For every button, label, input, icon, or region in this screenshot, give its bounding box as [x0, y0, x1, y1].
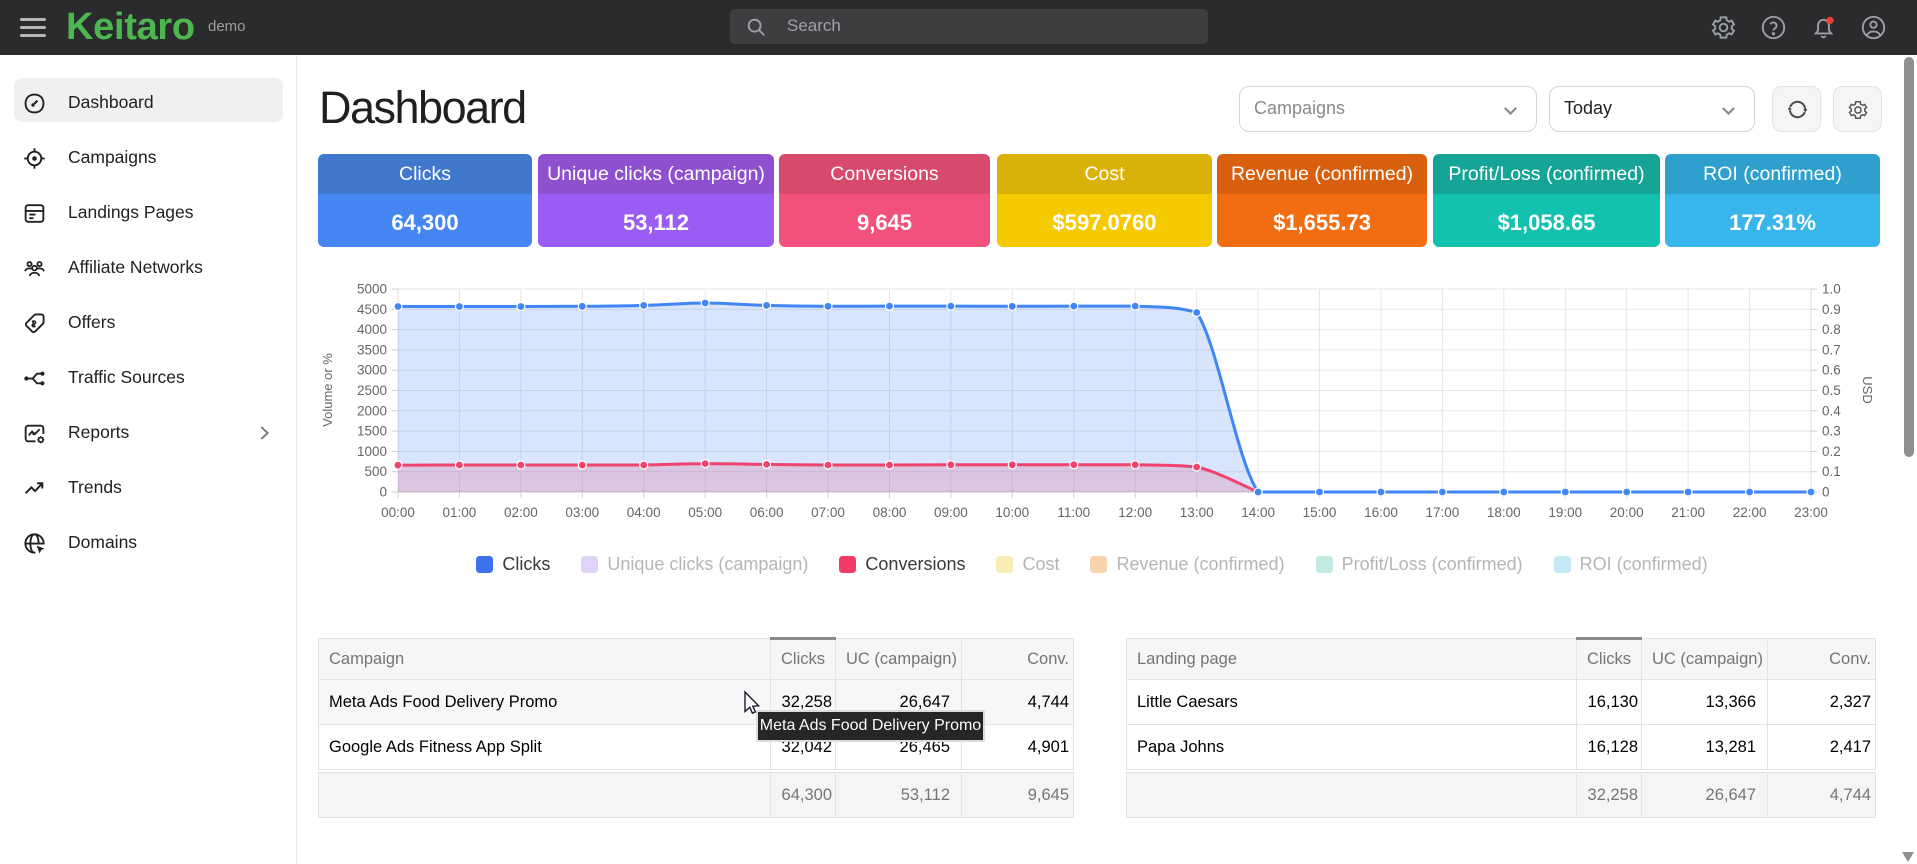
svg-text:11:00: 11:00 — [1057, 505, 1090, 520]
svg-text:06:00: 06:00 — [750, 505, 784, 520]
svg-text:13:00: 13:00 — [1180, 505, 1214, 520]
svg-text:09:00: 09:00 — [934, 505, 968, 520]
svg-text:17:00: 17:00 — [1426, 505, 1460, 520]
svg-text:08:00: 08:00 — [873, 505, 907, 520]
svg-text:03:00: 03:00 — [565, 505, 599, 520]
svg-text:15:00: 15:00 — [1303, 505, 1337, 520]
svg-text:12:00: 12:00 — [1118, 505, 1152, 520]
svg-text:1000: 1000 — [357, 444, 387, 459]
svg-text:2000: 2000 — [357, 403, 387, 418]
svg-text:04:00: 04:00 — [627, 505, 661, 520]
svg-text:10:00: 10:00 — [995, 505, 1029, 520]
svg-text:21:00: 21:00 — [1671, 505, 1705, 520]
svg-text:01:00: 01:00 — [443, 505, 477, 520]
svg-text:00:00: 00:00 — [381, 505, 415, 520]
svg-text:4000: 4000 — [357, 322, 387, 337]
svg-text:16:00: 16:00 — [1364, 505, 1398, 520]
svg-text:3500: 3500 — [357, 342, 387, 357]
svg-text:1500: 1500 — [357, 424, 387, 439]
svg-text:0.6: 0.6 — [1822, 363, 1841, 378]
svg-text:0.9: 0.9 — [1822, 302, 1841, 317]
svg-text:3000: 3000 — [357, 363, 387, 378]
svg-text:5000: 5000 — [357, 282, 387, 297]
svg-text:2500: 2500 — [357, 383, 387, 398]
svg-text:USD: USD — [1860, 376, 1875, 403]
svg-text:0.7: 0.7 — [1822, 342, 1841, 357]
svg-text:20:00: 20:00 — [1610, 505, 1644, 520]
svg-text:4500: 4500 — [357, 302, 387, 317]
svg-text:0.8: 0.8 — [1822, 322, 1841, 337]
svg-text:Volume or %: Volume or % — [320, 353, 335, 427]
svg-text:0.2: 0.2 — [1822, 444, 1841, 459]
svg-text:07:00: 07:00 — [811, 505, 845, 520]
svg-text:19:00: 19:00 — [1548, 505, 1582, 520]
svg-text:02:00: 02:00 — [504, 505, 538, 520]
svg-text:0.4: 0.4 — [1822, 403, 1841, 418]
svg-text:14:00: 14:00 — [1241, 505, 1275, 520]
svg-text:0: 0 — [1822, 485, 1830, 500]
svg-text:05:00: 05:00 — [688, 505, 722, 520]
svg-text:0.3: 0.3 — [1822, 424, 1841, 439]
svg-text:0.1: 0.1 — [1822, 464, 1841, 479]
svg-text:23:00: 23:00 — [1794, 505, 1828, 520]
svg-text:0.5: 0.5 — [1822, 383, 1841, 398]
svg-text:500: 500 — [364, 464, 387, 479]
svg-text:1.0: 1.0 — [1822, 282, 1841, 297]
svg-text:22:00: 22:00 — [1733, 505, 1767, 520]
svg-text:18:00: 18:00 — [1487, 505, 1521, 520]
svg-text:0: 0 — [379, 485, 387, 500]
